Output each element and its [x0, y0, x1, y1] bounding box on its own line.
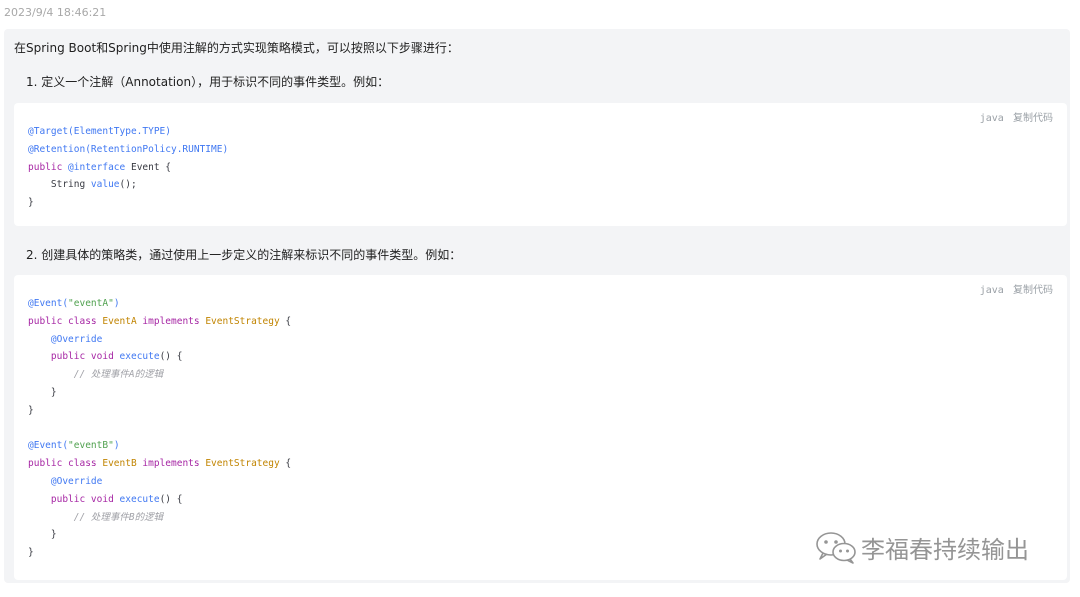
code-line: public class EventA implements EventStra… — [28, 315, 292, 327]
copy-code-button[interactable]: 复制代码 — [1013, 285, 1053, 296]
code-line: public @interface Event { — [28, 161, 172, 173]
message-timestamp: 2023/9/4 18:46:21 — [4, 6, 107, 19]
code-line: } — [28, 529, 57, 541]
code-block-header: java 复制代码 — [980, 281, 1053, 296]
code-language-label: java — [979, 113, 1004, 124]
code-block-1: java 复制代码 @Target(ElementType.TYPE) @Rete… — [14, 103, 1067, 226]
code-content: @Event("eventA") public class EventA impl… — [28, 295, 291, 562]
step-2-text: 2. 创建具体的策略类，通过使用上一步定义的注解来标识不同的事件类型。例如： — [26, 248, 462, 262]
watermark-text: 李福春持续输出 — [861, 536, 1029, 564]
code-content: @Target(ElementType.TYPE) @Retention(Rete… — [28, 123, 228, 212]
code-line: public class EventB implements EventStra… — [28, 458, 292, 470]
code-language-label: java — [979, 285, 1004, 296]
wechat-icon — [816, 531, 856, 564]
message-intro: 在Spring Boot和Spring中使用注解的方式实现策略模式，可以按照以下… — [14, 41, 459, 55]
code-line: public void execute() { — [50, 351, 183, 363]
chat-message: 在Spring Boot和Spring中使用注解的方式实现策略模式，可以按照以下… — [4, 29, 1070, 583]
copy-code-button[interactable]: 复制代码 — [1013, 113, 1053, 124]
code-line: } — [28, 386, 57, 398]
code-line: @Event("eventA") — [28, 298, 120, 309]
code-line: } — [28, 197, 34, 209]
watermark: 李福春持续输出 — [815, 530, 1029, 565]
code-line: } — [28, 404, 34, 416]
code-line: @Override — [50, 333, 103, 345]
code-line: } — [28, 547, 34, 559]
code-line: @Retention(RetentionPolicy.RUNTIME) — [28, 143, 229, 155]
code-line: String value(); — [28, 179, 137, 191]
step-1-text: 1. 定义一个注解（Annotation），用于标识不同的事件类型。例如： — [26, 75, 390, 89]
code-line: // 处理事件B的逻辑 — [73, 511, 164, 523]
code-line: public void execute() { — [50, 493, 183, 505]
code-line: // 处理事件A的逻辑 — [73, 369, 164, 381]
code-line: @Target(ElementType.TYPE) — [28, 126, 171, 137]
code-block-header: java 复制代码 — [980, 109, 1053, 124]
code-line: @Override — [50, 475, 103, 487]
code-line: @Event("eventB") — [28, 440, 120, 452]
